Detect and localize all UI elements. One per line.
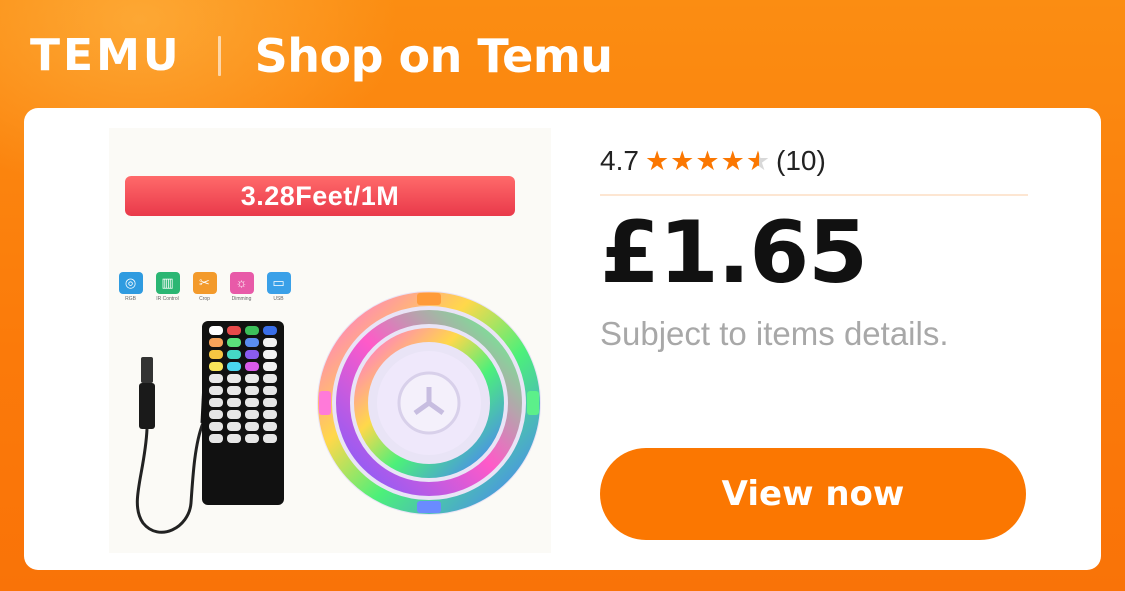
star-icon: ★	[720, 145, 745, 176]
remote-button	[263, 398, 277, 407]
remote-button	[209, 422, 223, 431]
product-image[interactable]: 3.28Feet/1M ◎ RGB ▥ IR Control ✂ Crop ☼ …	[109, 128, 551, 553]
price: £1.65	[600, 203, 868, 303]
product-card[interactable]: 3.28Feet/1M ◎ RGB ▥ IR Control ✂ Crop ☼ …	[24, 108, 1101, 570]
remote-button	[227, 362, 241, 371]
rating-count: (10)	[776, 145, 826, 176]
remote-button	[227, 398, 241, 407]
star-rating: ★ ★ ★ ★ ★	[644, 145, 771, 176]
feature-icons: ◎ RGB ▥ IR Control ✂ Crop ☼ Dimming ▭ US…	[117, 272, 292, 302]
remote-button	[227, 386, 241, 395]
divider-line	[600, 194, 1028, 196]
feature-label: Crop	[199, 296, 210, 302]
remote-button	[245, 350, 259, 359]
remote-button	[263, 434, 277, 443]
rgb-circles-icon: ◎	[118, 272, 143, 294]
remote-button	[263, 326, 277, 335]
feature-usb: ▭ USB	[265, 272, 292, 302]
shop-title[interactable]: Shop on Temu	[255, 33, 613, 79]
rating-score: 4.7	[600, 145, 639, 176]
remote-button	[209, 410, 223, 419]
remote-button	[263, 386, 277, 395]
feature-dimming: ☼ Dimming	[228, 272, 255, 302]
remote-button	[245, 338, 259, 347]
star-icon: ★	[670, 145, 695, 176]
remote-button	[263, 350, 277, 359]
remote-button	[227, 422, 241, 431]
usb-cable-graphic	[135, 357, 208, 534]
feature-label: USB	[273, 296, 284, 302]
remote-button	[227, 434, 241, 443]
price-subtitle: Subject to items details.	[600, 314, 949, 352]
remote-button	[227, 374, 241, 383]
remote-button	[263, 422, 277, 431]
remote-button	[263, 362, 277, 371]
remote-button	[227, 410, 241, 419]
feature-crop: ✂ Crop	[191, 272, 218, 302]
remote-button	[209, 434, 223, 443]
sun-icon: ☼	[229, 272, 254, 294]
led-strip-reel-graphic	[317, 291, 541, 515]
remote-button	[245, 422, 259, 431]
remote-control-graphic	[202, 321, 284, 505]
half-star-icon: ★	[745, 145, 771, 176]
remote-button	[245, 410, 259, 419]
length-badge: 3.28Feet/1M	[125, 176, 515, 216]
remote-button	[209, 374, 223, 383]
remote-button	[245, 362, 259, 371]
remote-button	[245, 326, 259, 335]
rating-row[interactable]: 4.7 ★ ★ ★ ★ ★ (10)	[600, 144, 1028, 178]
feature-ir-control: ▥ IR Control	[154, 272, 181, 302]
scissors-icon: ✂	[192, 272, 217, 294]
remote-button	[209, 362, 223, 371]
remote-icon: ▥	[155, 272, 180, 294]
remote-button	[209, 350, 223, 359]
feature-label: Dimming	[231, 296, 252, 302]
star-icon: ★	[644, 145, 670, 176]
remote-button	[263, 338, 277, 347]
temu-logo[interactable]: TEMU	[30, 34, 182, 78]
product-info: 4.7 ★ ★ ★ ★ ★ (10) £1.65 Subject to item…	[600, 144, 1028, 353]
remote-button	[263, 374, 277, 383]
remote-button	[245, 434, 259, 443]
feature-label: RGB	[125, 296, 136, 302]
remote-button	[245, 386, 259, 395]
remote-button	[227, 326, 241, 335]
remote-button	[263, 410, 277, 419]
remote-button	[245, 374, 259, 383]
remote-button	[245, 398, 259, 407]
view-now-button[interactable]: View now	[600, 448, 1026, 540]
header-divider	[217, 36, 221, 76]
remote-button	[209, 386, 223, 395]
remote-button	[227, 350, 241, 359]
feature-label: IR Control	[156, 296, 179, 302]
remote-button	[227, 338, 241, 347]
remote-button	[209, 326, 223, 335]
star-icon: ★	[695, 145, 720, 176]
header: TEMU Shop on Temu	[30, 24, 613, 88]
feature-rgb: ◎ RGB	[117, 272, 144, 302]
remote-button	[209, 338, 223, 347]
remote-button	[209, 398, 223, 407]
usb-icon: ▭	[266, 272, 291, 294]
